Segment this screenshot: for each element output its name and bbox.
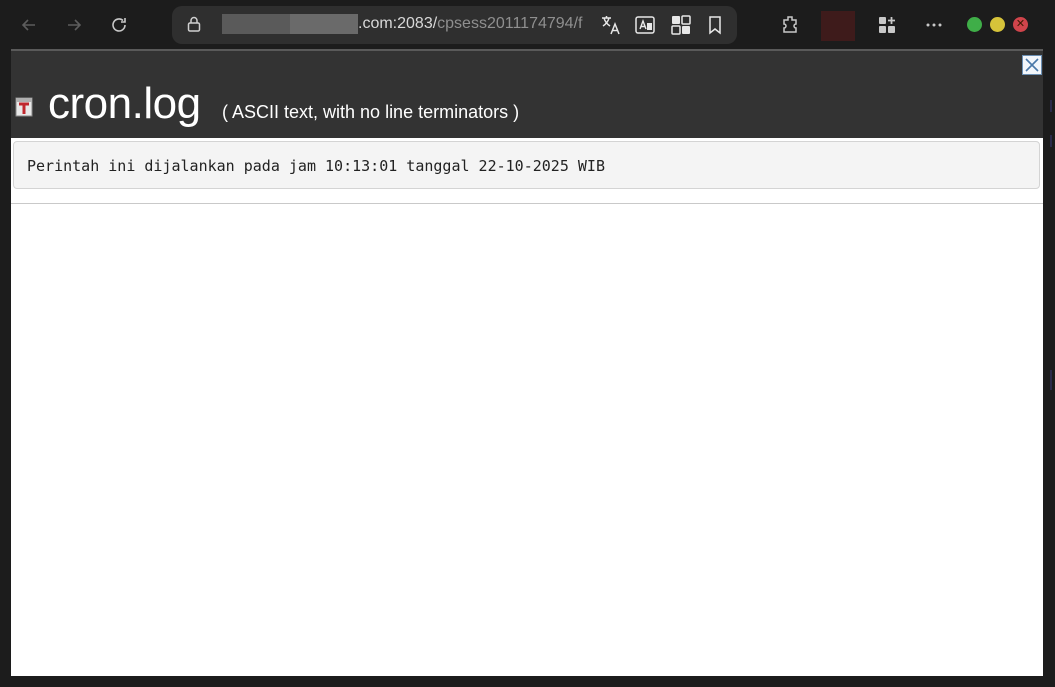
extensions-icon[interactable]: [776, 10, 806, 40]
reload-icon[interactable]: [104, 10, 134, 40]
bookmark-icon[interactable]: [703, 13, 727, 37]
url-path: cpsess2011174794/f: [437, 15, 583, 32]
lock-icon[interactable]: [186, 15, 202, 38]
back-arrow-icon[interactable]: [14, 10, 44, 40]
page-title: cron.log: [48, 79, 201, 128]
profile-avatar[interactable]: [821, 11, 855, 41]
page-viewport: cron.log ( ASCII text, with no line term…: [11, 49, 1043, 676]
apps-icon[interactable]: [872, 10, 902, 40]
close-icon: [1025, 58, 1039, 72]
file-content-area: Perintah ini dijalankan pada jam 10:13:0…: [11, 138, 1043, 204]
url-host: .com:2083/: [358, 15, 438, 32]
scroll-marker: [1050, 100, 1052, 112]
scroll-marker: [1050, 135, 1052, 147]
scroll-marker: [1050, 370, 1052, 390]
immersive-reader-icon[interactable]: [633, 13, 657, 37]
close-window-button[interactable]: ✕: [1013, 17, 1028, 32]
log-text: Perintah ini dijalankan pada jam 10:13:0…: [27, 157, 605, 175]
file-header: cron.log ( ASCII text, with no line term…: [11, 49, 1043, 138]
close-button[interactable]: [1022, 55, 1042, 75]
address-bar[interactable]: .com:2083/cpsess2011174794/f: [172, 6, 737, 44]
forward-arrow-icon[interactable]: [59, 10, 89, 40]
more-icon[interactable]: [919, 10, 949, 40]
maximize-window-button[interactable]: [990, 17, 1005, 32]
log-content-box: Perintah ini dijalankan pada jam 10:13:0…: [13, 141, 1040, 189]
url-text[interactable]: .com:2083/cpsess2011174794/f: [358, 15, 590, 33]
translate-icon[interactable]: [599, 13, 623, 37]
redacted-url-block: [290, 14, 358, 34]
redacted-url-block: [222, 14, 292, 34]
split-screen-icon[interactable]: [669, 13, 693, 37]
file-type-label: ( ASCII text, with no line terminators ): [222, 102, 520, 122]
minimize-window-button[interactable]: [967, 17, 982, 32]
text-file-icon: [15, 97, 33, 117]
browser-toolbar: .com:2083/cpsess2011174794/f ✕: [0, 0, 1055, 48]
close-icon: ✕: [1015, 18, 1026, 30]
